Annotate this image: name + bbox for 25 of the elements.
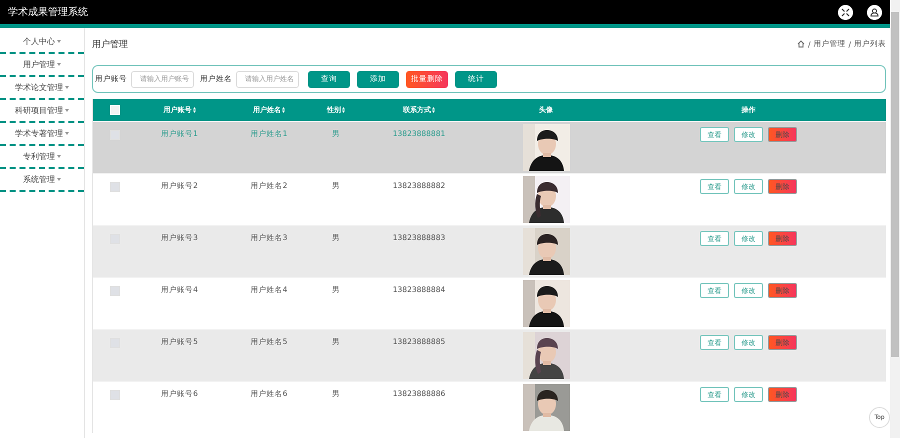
- user-icon[interactable]: [867, 4, 882, 20]
- sidebar-item[interactable]: 个人中心: [0, 31, 84, 54]
- sidebar-item[interactable]: 用户管理: [0, 54, 84, 77]
- scroll-thumb[interactable]: [891, 12, 899, 357]
- sidebar-item[interactable]: 科研项目管理: [0, 100, 84, 123]
- sidebar-item[interactable]: 学术论文管理: [0, 77, 84, 100]
- select-all-checkbox[interactable]: [110, 105, 120, 115]
- caret-icon: [57, 63, 61, 66]
- sidebar-item[interactable]: 专利管理: [0, 146, 84, 169]
- row-checkbox[interactable]: [110, 286, 120, 296]
- caret-icon: [65, 132, 69, 135]
- caret-icon: [57, 178, 61, 181]
- fullscreen-icon[interactable]: [838, 4, 853, 20]
- caret-icon: [57, 155, 61, 158]
- caret-icon: [57, 40, 61, 43]
- sidebar-item[interactable]: 系统管理: [0, 169, 84, 192]
- home-icon: [796, 40, 805, 48]
- scrollbar[interactable]: [890, 0, 900, 438]
- app-title: 学术成果管理系统: [8, 6, 88, 19]
- page-title: 用户管理: [92, 38, 128, 50]
- row-checkbox[interactable]: [110, 182, 120, 192]
- row-checkbox[interactable]: [110, 390, 120, 400]
- caret-icon: [65, 109, 69, 112]
- caret-icon: [65, 86, 69, 89]
- sidebar-item[interactable]: 学术专著管理: [0, 123, 84, 146]
